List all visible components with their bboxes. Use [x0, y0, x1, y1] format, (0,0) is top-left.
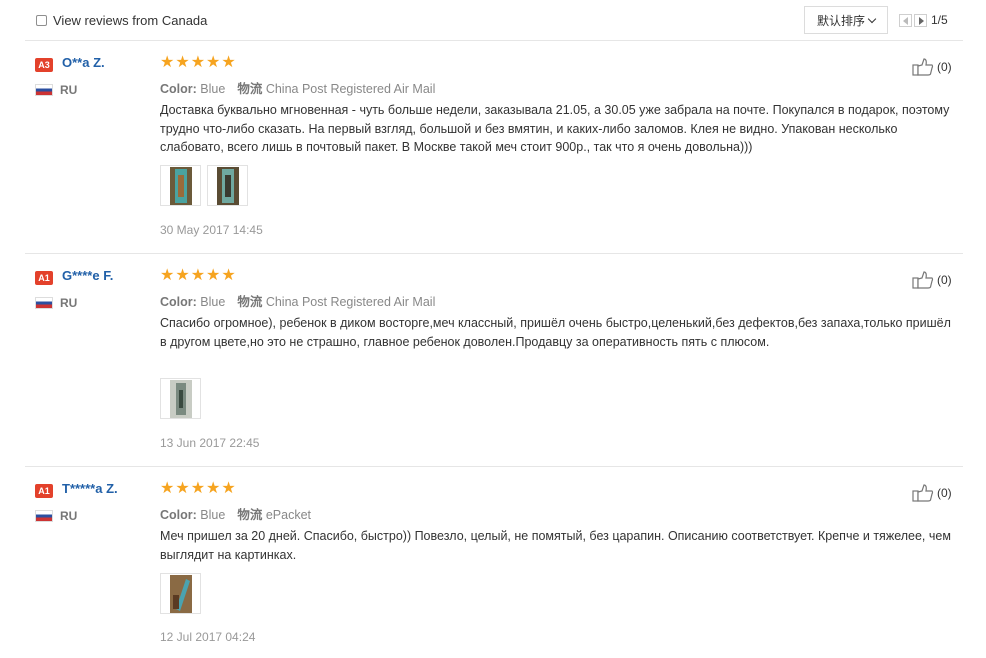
divider [25, 466, 963, 467]
color-value: Blue [200, 82, 226, 96]
russia-flag-icon [35, 510, 53, 522]
review-photos [160, 165, 254, 206]
russia-flag-icon [35, 84, 53, 96]
star-icon: ★ [190, 480, 206, 497]
shipping-label: 物流 [237, 508, 263, 522]
reviewer-country: RU [60, 296, 78, 310]
thumbs-up-icon [912, 58, 934, 76]
helpful-count: (0) [937, 273, 952, 287]
shipping-value: ePacket [265, 508, 311, 522]
helpful-count: (0) [937, 486, 952, 500]
helpful-button[interactable]: (0) [912, 271, 952, 289]
helpful-button[interactable]: (0) [912, 484, 952, 502]
prev-page-button[interactable] [899, 13, 912, 27]
chevron-down-icon [867, 14, 877, 23]
color-value: Blue [200, 295, 226, 309]
russia-flag-icon [35, 297, 53, 309]
pagination: 1/5 [899, 13, 948, 27]
star-rating: ★ ★ ★ ★ ★ [160, 268, 237, 284]
reviewer-country: RU [60, 509, 78, 523]
page-indicator: 1/5 [931, 13, 948, 27]
divider [25, 40, 963, 41]
next-page-button[interactable] [914, 13, 927, 27]
order-info: Color: Blue 物流 China Post Registered Air … [160, 291, 435, 310]
sword-photo-icon [169, 166, 192, 205]
review-text: Доставка буквально мгновенная - чуть бол… [160, 103, 950, 154]
color-label: Color: [160, 508, 197, 522]
star-icon: ★ [221, 267, 236, 284]
reviews-toolbar: View reviews from Canada 默认排序 1/5 [0, 0, 986, 40]
reviewer-name[interactable]: G****e F. [62, 268, 113, 283]
review-photo[interactable] [160, 165, 201, 206]
sword-photo-icon [216, 166, 239, 205]
reviewer-country: RU [60, 83, 78, 97]
review-photos [160, 573, 207, 614]
sort-dropdown[interactable]: 默认排序 [804, 6, 888, 34]
review-photos [160, 378, 207, 419]
divider [25, 253, 963, 254]
filter-checkbox[interactable] [36, 15, 47, 26]
star-icon: ★ [206, 480, 221, 497]
buyer-level-badge: A1 [35, 271, 53, 285]
shipping-label: 物流 [237, 295, 263, 309]
helpful-count: (0) [937, 60, 952, 74]
thumbs-up-icon [912, 484, 934, 502]
country-filter[interactable]: View reviews from Canada [36, 13, 207, 28]
color-label: Color: [160, 82, 197, 96]
star-icon: ★ [175, 54, 190, 71]
review-photo[interactable] [207, 165, 248, 206]
filter-label[interactable]: View reviews from Canada [53, 13, 207, 28]
sword-photo-icon [169, 379, 192, 418]
reviewer-name[interactable]: O**a Z. [62, 55, 105, 70]
star-icon: ★ [190, 54, 206, 71]
review-date: 13 Jun 2017 22:45 [160, 436, 260, 450]
review-date: 12 Jul 2017 04:24 [160, 630, 256, 644]
star-icon: ★ [175, 480, 190, 497]
buyer-level-badge: A1 [35, 484, 53, 498]
review-date: 30 May 2017 14:45 [160, 223, 263, 237]
sword-photo-icon [169, 574, 192, 613]
buyer-level-badge: A3 [35, 58, 53, 72]
star-icon: ★ [206, 54, 221, 71]
sort-label: 默认排序 [816, 13, 865, 28]
review-text: Меч пришел за 20 дней. Спасибо, быстро))… [160, 529, 951, 562]
star-icon: ★ [160, 480, 175, 497]
star-icon: ★ [221, 480, 236, 497]
star-icon: ★ [206, 267, 221, 284]
star-icon: ★ [160, 54, 175, 71]
star-icon: ★ [175, 267, 190, 284]
star-icon: ★ [221, 54, 236, 71]
star-icon: ★ [190, 267, 206, 284]
shipping-value: China Post Registered Air Mail [265, 295, 436, 309]
color-value: Blue [200, 508, 226, 522]
color-label: Color: [160, 295, 197, 309]
star-rating: ★ ★ ★ ★ ★ [160, 55, 237, 71]
star-rating: ★ ★ ★ ★ ★ [160, 481, 237, 497]
shipping-value: China Post Registered Air Mail [265, 82, 436, 96]
thumbs-up-icon [912, 271, 934, 289]
review-text: Спасибо огромное), ребенок в диком восто… [160, 316, 951, 349]
order-info: Color: Blue 物流 ePacket [160, 504, 311, 523]
star-icon: ★ [160, 267, 175, 284]
helpful-button[interactable]: (0) [912, 58, 952, 76]
review-photo[interactable] [160, 573, 201, 614]
reviewer-name[interactable]: T*****a Z. [62, 481, 118, 496]
order-info: Color: Blue 物流 China Post Registered Air … [160, 78, 435, 97]
shipping-label: 物流 [237, 82, 263, 96]
review-photo[interactable] [160, 378, 201, 419]
